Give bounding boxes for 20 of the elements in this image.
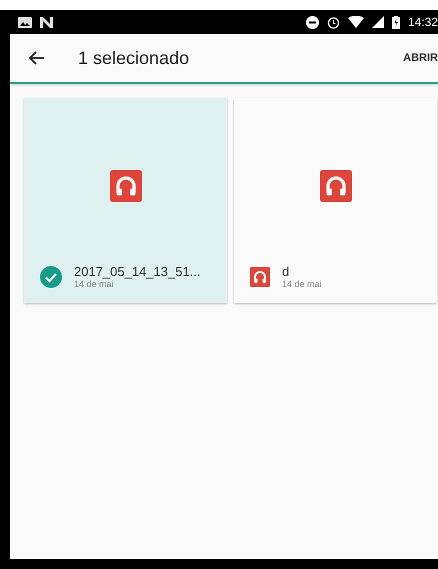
battery-icon	[392, 16, 400, 28]
headphones-icon	[250, 266, 270, 286]
alarm-icon	[326, 16, 340, 28]
file-date: 14 de mai	[74, 279, 115, 289]
file-date: 14 de mai	[282, 279, 322, 289]
open-button[interactable]: ABRIR	[399, 48, 438, 68]
check-icon[interactable]	[40, 266, 62, 288]
headphones-icon	[320, 170, 352, 202]
wifi-icon	[348, 16, 364, 28]
file-card[interactable]: d 14 de mai	[234, 98, 437, 303]
file-card[interactable]: 2017_05_14_13_51... 14 de mai	[24, 98, 227, 303]
file-name: 2017_05_14_13_51...	[74, 264, 201, 279]
file-name: d	[282, 264, 290, 279]
picture-icon	[18, 16, 32, 28]
do-not-disturb-icon	[306, 16, 319, 28]
app-bar-title: 1 selecionado	[78, 48, 190, 68]
status-time: 14:32	[408, 15, 438, 29]
signal-icon	[372, 16, 384, 28]
n-logo-icon	[40, 16, 53, 28]
headphones-icon	[110, 170, 142, 202]
